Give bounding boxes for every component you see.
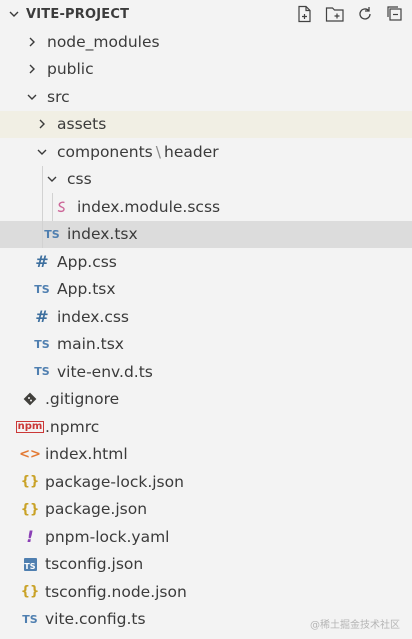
tree-item-gitignore[interactable]: .gitignore [0,386,412,414]
tree-item-label: node_modules [47,32,160,51]
tree-item-assets[interactable]: assets [0,110,412,138]
tree-item-tsconfig-node[interactable]: {} tsconfig.node.json [0,578,412,606]
tree-item-public[interactable]: public [0,56,412,84]
typescript-icon: TS [44,227,60,241]
chevron-down-icon[interactable] [6,6,22,22]
tree-item-css[interactable]: css [0,165,412,193]
chevron-right-icon [23,63,41,75]
tsconfig-icon: TS [21,557,39,571]
explorer-header: VITE-PROJECT [0,0,412,28]
chevron-down-icon [33,146,51,158]
path-separator: \ [155,142,161,161]
tree-item-label: index.tsx [67,225,138,244]
typescript-icon: TS [34,365,50,379]
tree-item-label: .npmrc [45,417,100,436]
chevron-down-icon [43,173,61,185]
chevron-right-icon [23,36,41,48]
tree-item-app-css[interactable]: # App.css [0,248,412,276]
chevron-down-icon [23,91,41,103]
css-hash-icon: # [35,307,49,327]
tree-item-index-module-scss[interactable]: index.module.scss [0,193,412,221]
tree-item-label: pnpm-lock.yaml [45,527,170,546]
explorer-actions [294,3,406,25]
npm-icon: npm [15,420,45,433]
json-icon: {} [20,501,40,517]
tree-item-node-modules[interactable]: node_modules [0,28,412,56]
tree-item-index-tsx[interactable]: TS index.tsx [0,220,412,248]
git-icon [21,392,39,406]
tree-item-label: App.css [57,252,117,271]
tree-item-index-css[interactable]: # index.css [0,303,412,331]
tree-item-label: src [47,87,70,106]
tree-item-pnpm-lock[interactable]: ! pnpm-lock.yaml [0,523,412,551]
chevron-right-icon [33,118,51,130]
tree-item-tsconfig[interactable]: TS tsconfig.json [0,551,412,579]
html-icon: <> [19,446,41,462]
typescript-icon: TS [34,282,50,296]
typescript-icon: TS [22,612,38,626]
typescript-icon: TS [34,337,50,351]
tree-item-label: index.css [57,307,130,326]
tree-item-label: App.tsx [57,280,116,299]
tree-item-label: vite.config.ts [45,610,146,629]
tree-item-vite-env[interactable]: TS vite-env.d.ts [0,358,412,386]
tree-item-label: tsconfig.json [45,555,144,574]
collapse-all-icon[interactable] [384,3,406,25]
tree-item-label: css [67,170,92,189]
tree-item-label: main.tsx [57,335,124,354]
refresh-icon[interactable] [354,3,376,25]
tree-item-label: index.html [45,445,128,464]
yaml-icon: ! [26,527,34,547]
tree-item-label: index.module.scss [77,197,221,216]
tree-item-label: header [164,142,219,161]
tree-item-src[interactable]: src [0,83,412,111]
tree-item-app-tsx[interactable]: TS App.tsx [0,276,412,304]
tree-item-components-header[interactable]: components \ header [0,138,412,166]
tree-item-label: .gitignore [45,390,120,409]
tree-item-index-html[interactable]: <> index.html [0,441,412,469]
file-tree: node_modules public src assets component… [0,28,412,633]
tree-item-package-lock[interactable]: {} package-lock.json [0,468,412,496]
css-hash-icon: # [35,252,49,272]
tree-item-package-json[interactable]: {} package.json [0,496,412,524]
json-icon: {} [20,584,40,600]
explorer-title[interactable]: VITE-PROJECT [26,7,294,22]
tree-item-label: vite-env.d.ts [57,362,153,381]
new-file-icon[interactable] [294,3,316,25]
tree-item-label: tsconfig.node.json [45,582,187,601]
tree-item-label: package.json [45,500,148,519]
tree-item-label: public [47,60,94,79]
scss-file-icon [53,200,71,214]
json-icon: {} [20,474,40,490]
tree-item-main-tsx[interactable]: TS main.tsx [0,331,412,359]
tree-item-npmrc[interactable]: npm .npmrc [0,413,412,441]
tree-item-label: assets [57,115,107,134]
tree-item-label: package-lock.json [45,472,184,491]
watermark: @稀土掘金技术社区 [310,620,400,631]
tree-item-label: components [57,142,153,161]
new-folder-icon[interactable] [324,3,346,25]
